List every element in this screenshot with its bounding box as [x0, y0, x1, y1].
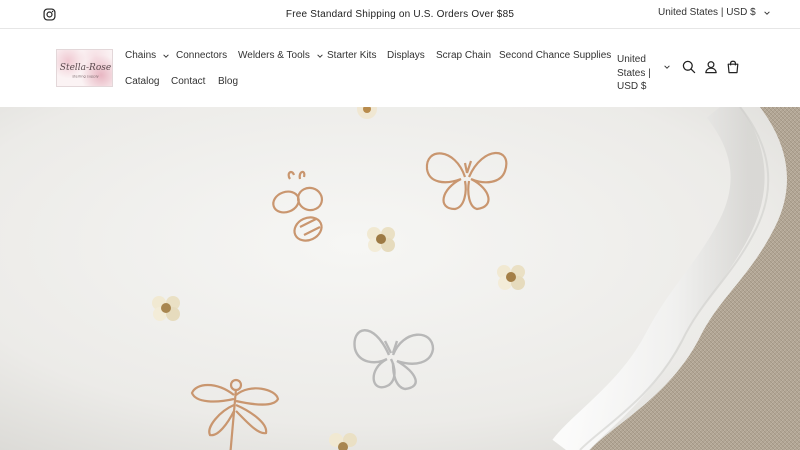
hero-banner[interactable]: [0, 107, 800, 450]
nav-starter-kits[interactable]: Starter Kits: [327, 50, 376, 61]
chevron-down-icon[interactable]: [663, 63, 671, 71]
account-icon[interactable]: [703, 59, 719, 75]
site-logo[interactable]: Stella-Rose sterling supply: [56, 49, 113, 87]
nav-scrap-chain[interactable]: Scrap Chain: [436, 50, 491, 61]
nav-label: Contact: [171, 76, 206, 87]
nav-label: Chains: [125, 50, 157, 61]
nav-label: Second Chance Supplies: [499, 50, 612, 61]
chevron-down-icon: [763, 10, 770, 15]
nav-connectors[interactable]: Connectors: [176, 50, 227, 61]
nav-welders-tools[interactable]: Welders & Tools: [238, 50, 324, 61]
country-selector-top[interactable]: United States | USD $: [658, 7, 771, 18]
nav-label: Displays: [387, 50, 425, 61]
chevron-down-icon: [317, 53, 323, 58]
logo-text: Stella-Rose: [60, 63, 111, 73]
nav-chains[interactable]: Chains: [125, 50, 170, 61]
hero-image: [0, 107, 800, 450]
nav-second-chance-supplies[interactable]: Second Chance Supplies: [499, 50, 611, 61]
logo-subtext: sterling supply: [72, 75, 99, 79]
nav-label: Welders & Tools: [238, 50, 310, 61]
country-selector-header[interactable]: United States | USD $: [617, 53, 663, 94]
nav-label: Starter Kits: [327, 50, 377, 61]
country-line-2: States |: [617, 67, 651, 79]
site-header: Stella-Rose sterling supply Chains Conne…: [0, 29, 800, 107]
nav-label: Catalog: [125, 76, 160, 87]
chevron-down-icon: [163, 53, 169, 58]
country-line-3: USD $: [617, 81, 647, 92]
nav-contact[interactable]: Contact: [171, 76, 205, 87]
nav-catalog[interactable]: Catalog: [125, 76, 159, 87]
country-line-1: United: [617, 54, 646, 65]
nav-blog[interactable]: Blog: [218, 76, 238, 87]
nav-label: Scrap Chain: [436, 50, 492, 61]
announcement-bar: Free Standard Shipping on U.S. Orders Ov…: [0, 0, 800, 29]
nav-label: Blog: [218, 76, 239, 87]
nav-label: Connectors: [176, 50, 228, 61]
search-icon[interactable]: [681, 59, 697, 75]
country-selector-label: United States | USD $: [658, 7, 756, 18]
cart-icon[interactable]: [725, 59, 741, 75]
nav-displays[interactable]: Displays: [387, 50, 425, 61]
